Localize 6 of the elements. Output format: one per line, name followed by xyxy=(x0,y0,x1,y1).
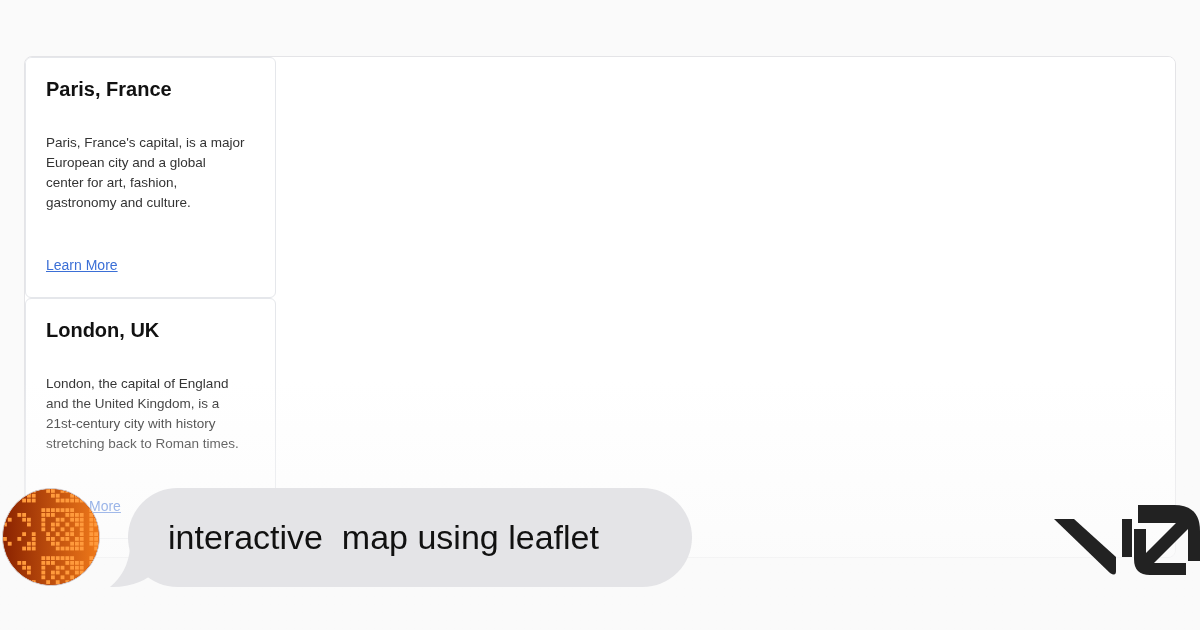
card-description: London, the capital of England and the United Kingdom, is a 21st-century city with history stretching back to Roman times. xyxy=(46,375,240,453)
card-description: Paris, France's capital, is a major European city and a global center for art, fashion, gastronomy and culture. xyxy=(46,134,246,212)
prompt-text: interactive map using leaflet xyxy=(168,517,599,558)
card-title: Paris, France xyxy=(46,77,173,102)
learn-more-link[interactable]: Learn More xyxy=(46,257,118,273)
card-title: London, UK xyxy=(46,318,161,343)
